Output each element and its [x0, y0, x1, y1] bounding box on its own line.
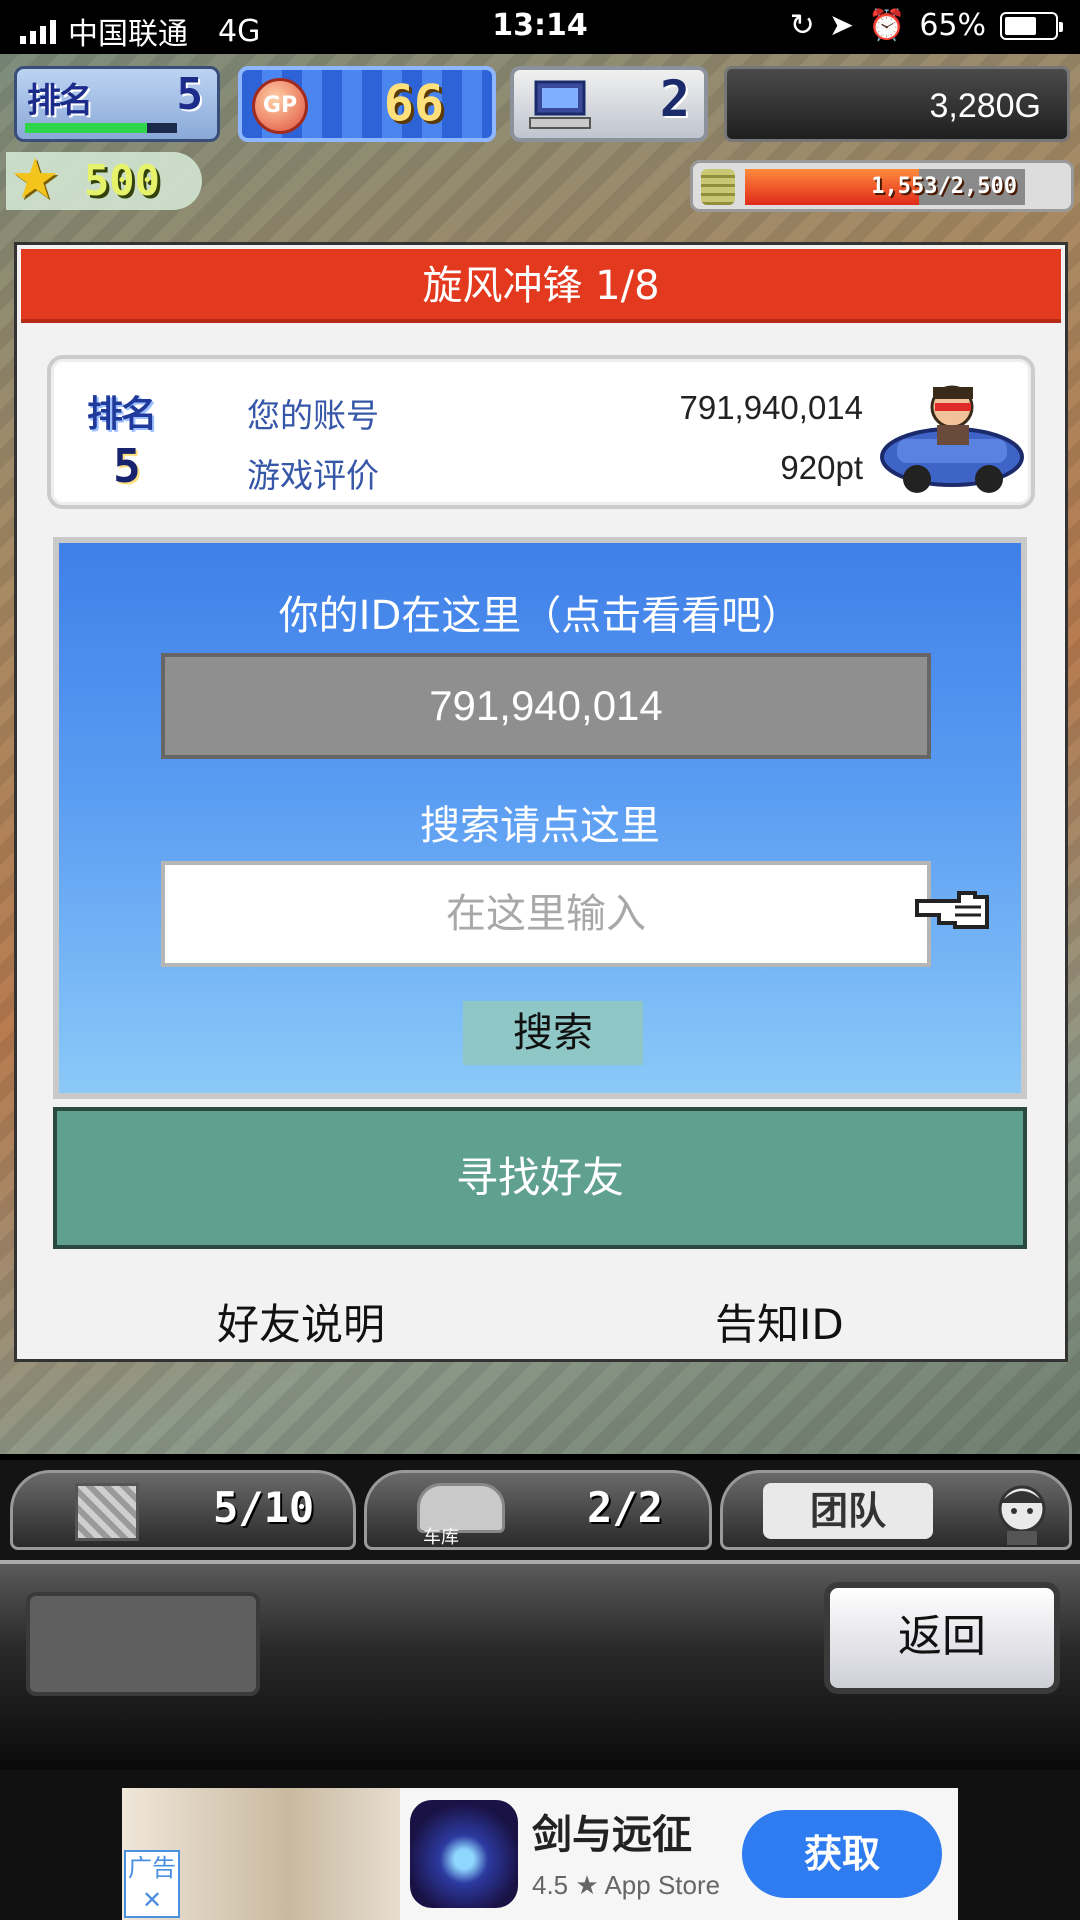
status-bar: 中国联通 4G 13:14 ↻ ➤ ⏰ 65% [0, 0, 1080, 54]
tab-team[interactable]: 团队 [720, 1470, 1072, 1550]
back-button[interactable]: 返回 [824, 1582, 1060, 1694]
alarm-icon: ⏰ [867, 8, 906, 43]
ad-get-button[interactable]: 获取 [742, 1810, 942, 1898]
gp-value: 66 [383, 74, 444, 132]
ad-app-name: 剑与远征 [532, 1812, 692, 1858]
ad-tag-label: 广告 [128, 1854, 176, 1882]
computer-hud[interactable]: 2 [510, 66, 708, 142]
find-friends-button[interactable]: 寻找好友 [53, 1107, 1027, 1249]
account-value: 791,940,014 [679, 389, 863, 426]
account-info-card: 排名 5 您的账号 791,940,014 游戏评价 920pt [47, 355, 1035, 509]
computer-icon [529, 80, 591, 129]
friend-dialog: 旋风冲锋 1/8 排名 5 您的账号 791,940,014 游戏评价 920p… [14, 242, 1068, 1362]
team-label: 团队 [763, 1483, 933, 1539]
bottom-tabs: 5/10 车库 2/2 团队 [0, 1460, 1080, 1560]
computer-count: 2 [659, 70, 690, 128]
money-hud: 3,280G [724, 66, 1070, 142]
search-button[interactable]: 搜索 [463, 1001, 643, 1065]
garage-label: 车库 [423, 1527, 459, 1548]
crate-icon [75, 1483, 139, 1541]
empty-slot-button[interactable] [26, 1592, 260, 1696]
battery-percent: 65% [919, 8, 986, 43]
share-id-link[interactable]: 告知ID [715, 1291, 844, 1352]
friend-help-link[interactable]: 好友说明 [217, 1291, 385, 1352]
rank-progress-bar [25, 123, 177, 133]
my-id-box[interactable]: 791,940,014 [161, 653, 931, 759]
search-input[interactable] [161, 861, 931, 967]
fund-track: 1,553/2,500 [745, 169, 1025, 205]
rotation-lock-icon: ↻ [789, 8, 815, 43]
ad-rating: 4.5 ★ App Store [532, 1870, 721, 1900]
status-right: ↻ ➤ ⏰ 65% [789, 8, 1063, 43]
tab-garage[interactable]: 车库 2/2 [364, 1470, 712, 1550]
rank-label: 排名 [87, 394, 157, 435]
location-icon: ➤ [828, 8, 854, 43]
app-icon [410, 1800, 518, 1908]
battery-icon [1000, 11, 1063, 40]
rating-label: 游戏评价 [247, 456, 379, 495]
coin-stack-icon [701, 169, 735, 205]
gp-hud[interactable]: GP 66 [238, 66, 496, 142]
garage-count: 2/2 [587, 1483, 663, 1532]
search-hint: 搜索请点这里 [420, 803, 660, 849]
ad-banner[interactable]: 广告 ✕ 剑与远征 4.5 ★ App Store 获取 [122, 1788, 958, 1920]
id-hint: 你的ID在这里（点击看看吧） [278, 593, 802, 639]
fund-gauge: 1,553/2,500 [690, 160, 1074, 212]
id-search-area: 你的ID在这里（点击看看吧） 791,940,014 搜索请点这里 搜索 [53, 537, 1027, 1099]
star-icon: ★ [10, 147, 61, 212]
star-counter: ★ 500 [6, 147, 202, 212]
close-icon[interactable]: ✕ [142, 1886, 162, 1914]
rank-value: 5 [113, 439, 141, 493]
car-avatar-icon [880, 385, 1024, 493]
account-label: 您的账号 [247, 396, 379, 435]
dialog-title: 旋风冲锋 1/8 [21, 249, 1061, 323]
tab-storage[interactable]: 5/10 [10, 1470, 356, 1550]
staff-face-icon [998, 1485, 1046, 1545]
rank-hud-label: 排名 [27, 81, 93, 121]
storage-count: 5/10 [213, 1483, 315, 1532]
money-value: 3,280G [929, 87, 1041, 125]
rating-value: 920pt [780, 449, 863, 486]
gp-coin-icon: GP [252, 78, 308, 134]
ad-tag[interactable]: 广告 ✕ [124, 1850, 180, 1918]
rank-hud-value: 5 [176, 69, 204, 120]
rank-hud[interactable]: 排名 5 [14, 66, 220, 142]
star-value: 500 [84, 156, 160, 205]
pointing-hand-icon [915, 891, 989, 929]
fund-text: 1,553/2,500 [871, 174, 1017, 199]
ad-area: 广告 ✕ 剑与远征 4.5 ★ App Store 获取 [0, 1770, 1080, 1920]
bottom-action-bar: 返回 [0, 1560, 1080, 1770]
